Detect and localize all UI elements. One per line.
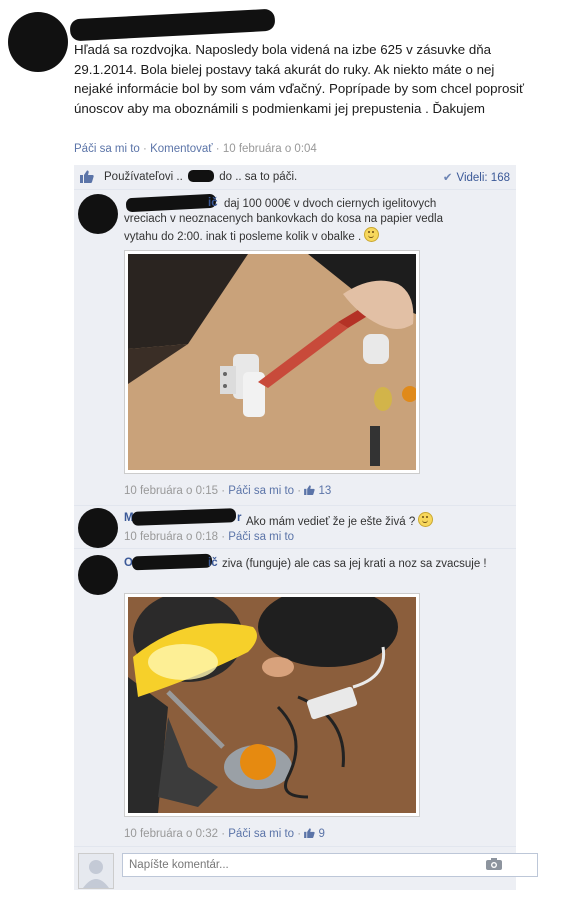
- thumbs-up-icon: [304, 485, 315, 495]
- post-text: Hľadá sa rozdvojka. Naposledy bola viden…: [74, 42, 524, 116]
- photo-desk-lamp[interactable]: [128, 587, 416, 813]
- likes-text-prefix: Používateľovi ..: [104, 171, 183, 183]
- commenter-name-redaction: [131, 508, 237, 526]
- separator: ·: [297, 485, 302, 497]
- camera-icon[interactable]: [486, 858, 502, 870]
- comment: O ič ziva (funguje) ale cas sa jej krati…: [74, 549, 516, 847]
- like-count-value: 13: [318, 485, 332, 497]
- comment: ič daj 100 000€ v dvoch ciernych igelito…: [74, 190, 516, 506]
- comment-meta: 10 februára o 0:15 · Páči sa mi to · 13: [124, 485, 331, 497]
- post-meta: Páči sa mi to · Komentovať · 10 februára…: [74, 143, 317, 155]
- likes-text: Používateľovi .. do .. sa to páči.: [104, 170, 297, 183]
- comment-text: Ako mám vedieť že je ešte živá ?: [246, 512, 506, 530]
- post-author-avatar[interactable]: [8, 12, 68, 72]
- check-icon: ✔: [442, 172, 453, 184]
- smiley-icon: [418, 512, 434, 527]
- likes-text-suffix: do .. sa to páči.: [219, 171, 298, 183]
- comment-like-link[interactable]: Páči sa mi to: [228, 828, 294, 840]
- comment-timestamp[interactable]: 10 februára o 0:32: [124, 828, 218, 840]
- like-count-value: 9: [318, 828, 325, 840]
- default-avatar-icon: [78, 853, 114, 889]
- comment-text: ziva (funguje) ale cas sa jej krati a no…: [222, 558, 487, 570]
- comment-timestamp[interactable]: 10 februára o 0:15: [124, 485, 218, 497]
- comment-like-link[interactable]: Páči sa mi to: [228, 531, 294, 543]
- separator: ·: [297, 828, 302, 840]
- likes-name-redaction: [188, 170, 214, 182]
- comment-text: daj 100 000€ v dvoch ciernych igelitovyc…: [124, 197, 464, 245]
- smiley-icon: [364, 227, 380, 242]
- separator: ·: [215, 143, 220, 155]
- post-comment-link[interactable]: Komentovať: [150, 143, 213, 155]
- likes-bar: Používateľovi .. do .. sa to páči. ✔ Vide…: [74, 165, 516, 190]
- comment-like-link[interactable]: Páči sa mi to: [228, 485, 294, 497]
- post-author-name-redaction: [69, 8, 276, 42]
- comment: M r Ako mám vedieť že je ešte živá ? 10 …: [74, 506, 516, 549]
- separator: ·: [221, 485, 226, 497]
- post-like-link[interactable]: Páči sa mi to: [74, 143, 140, 155]
- seen-label: Videli: 168: [456, 172, 511, 184]
- feedback-section: Používateľovi .. do .. sa to páči. ✔ Vide…: [74, 165, 538, 890]
- separator: ·: [221, 828, 226, 840]
- comment-composer: [74, 847, 538, 890]
- comment-photo-frame[interactable]: [124, 587, 420, 817]
- commenter-name-tail[interactable]: r: [237, 512, 241, 524]
- comment-input[interactable]: [122, 853, 538, 877]
- commenter-avatar[interactable]: [78, 555, 118, 595]
- comment-like-count[interactable]: 13: [304, 485, 331, 497]
- commenter-avatar[interactable]: [78, 508, 118, 548]
- commenter-avatar[interactable]: [78, 194, 118, 234]
- comment-text-body: Ako mám vedieť že je ešte živá ?: [246, 516, 416, 528]
- separator: ·: [221, 531, 226, 543]
- comment-meta: 10 februára o 0:18 · Páči sa mi to: [124, 531, 294, 543]
- photo-knife-plug[interactable]: [128, 254, 418, 470]
- comment-like-count[interactable]: 9: [304, 828, 325, 840]
- comment-timestamp[interactable]: 10 februára o 0:18: [124, 531, 218, 543]
- thumbs-up-icon: [304, 828, 315, 838]
- separator: ·: [143, 143, 147, 155]
- seen-count[interactable]: ✔ Videli: 168: [443, 170, 510, 184]
- post-timestamp[interactable]: 10 februára o 0:04: [223, 143, 317, 155]
- thumbs-up-icon: [80, 170, 94, 183]
- comment-meta: 10 februára o 0:32 · Páči sa mi to · 9: [124, 828, 325, 840]
- comment-text-body: daj 100 000€ v dvoch ciernych igelitovyc…: [124, 198, 444, 243]
- comment-photo-frame[interactable]: [124, 250, 420, 474]
